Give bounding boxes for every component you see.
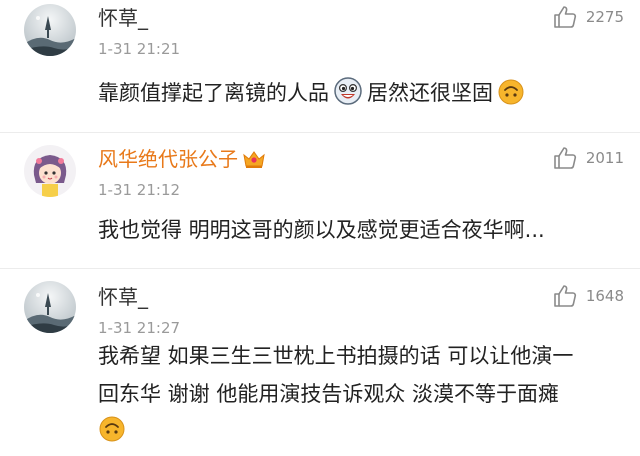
like-count: 2275 xyxy=(585,8,624,26)
thumbs-up-icon xyxy=(554,285,576,307)
comment-text-line: 回东华 谢谢 他能用演技告诉观众 淡漠不等于面瘫 xyxy=(98,382,560,406)
user-avatar[interactable] xyxy=(24,281,76,333)
like-count: 2011 xyxy=(585,149,624,167)
comment-item: 怀草_ 1-31 21:21 2275 靠颜值撑起了离镜的人品 居然还很坚固 xyxy=(0,0,640,130)
comment-emoji-line xyxy=(98,415,130,451)
landscape-avatar-icon xyxy=(24,281,76,333)
upside-down-smile-emoji xyxy=(497,78,525,114)
like-count: 1648 xyxy=(585,287,624,305)
comment-text-segment: 居然还很坚固 xyxy=(367,81,493,105)
comment-time: 1-31 21:21 xyxy=(98,40,181,58)
comment-text: 我也觉得 明明这哥的颜以及感觉更适合夜华啊... xyxy=(98,218,545,242)
comment-text-line: 我希望 如果三生三世枕上书拍摄的话 可以让他演一 xyxy=(98,344,574,368)
thumbs-up-icon xyxy=(554,6,576,28)
username-text: 风华绝代张公子 xyxy=(98,147,238,171)
comment-time: 1-31 21:12 xyxy=(98,181,181,199)
cartoon-girl-avatar-icon xyxy=(24,145,76,197)
username[interactable]: 怀草_ xyxy=(98,6,148,30)
comment-text: 靠颜值撑起了离镜的人品 居然还很坚固 xyxy=(98,76,529,114)
laughing-face-emoji xyxy=(333,76,363,114)
like-button[interactable]: 2275 xyxy=(552,4,624,30)
comment-list: 怀草_ 1-31 21:21 2275 靠颜值撑起了离镜的人品 居然还很坚固 风… xyxy=(0,0,640,456)
username[interactable]: 风华绝代张公子 xyxy=(98,147,266,174)
like-button[interactable]: 1648 xyxy=(552,283,624,309)
upside-down-smile-emoji xyxy=(98,415,126,451)
user-avatar[interactable] xyxy=(24,4,76,56)
user-avatar[interactable] xyxy=(24,145,76,197)
landscape-avatar-icon xyxy=(24,4,76,56)
thumbs-up-icon xyxy=(554,147,576,169)
like-button[interactable]: 2011 xyxy=(552,145,624,171)
username[interactable]: 怀草_ xyxy=(98,285,148,309)
comment-item: 风华绝代张公子 1-31 21:12 2011 我也觉得 明明这哥的颜以及感觉更… xyxy=(0,133,640,268)
comment-item: 怀草_ 1-31 21:27 1648 我希望 如果三生三世枕上书拍摄的话 可以… xyxy=(0,269,640,456)
vip-crown-icon xyxy=(242,149,266,174)
comment-text-segment: 靠颜值撑起了离镜的人品 xyxy=(98,81,329,105)
comment-time: 1-31 21:27 xyxy=(98,319,181,337)
